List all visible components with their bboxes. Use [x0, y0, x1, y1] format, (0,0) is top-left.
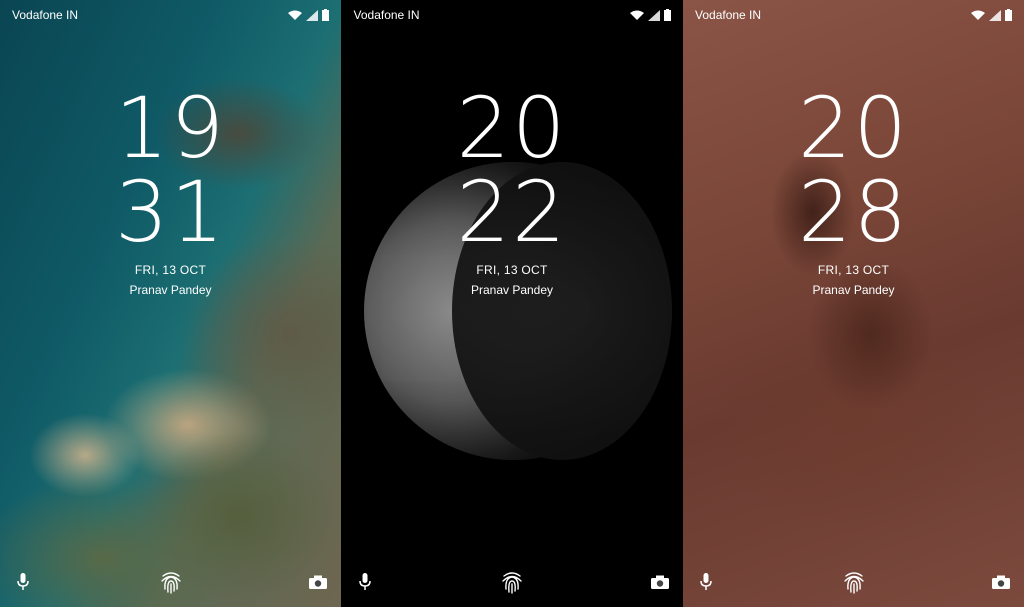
fingerprint-icon [160, 572, 181, 594]
camera-icon [992, 575, 1010, 589]
battery-icon [322, 9, 329, 21]
microphone-icon [700, 573, 712, 590]
status-bar: Vodafone IN [683, 0, 1024, 30]
lockscreen-desert: Vodafone IN 20 28 FRI, 13 OCT Pranav Pan… [683, 0, 1024, 607]
lockscreen-comparison: Vodafone IN 19 31 FRI, 13 OCT Pranav Pan… [0, 0, 1024, 607]
clock-hour: 20 [456, 79, 568, 177]
clock-hour: 19 [115, 79, 226, 177]
microphone-icon [17, 573, 29, 590]
fingerprint-unlock[interactable] [497, 567, 527, 597]
lockscreen-moon: Vodafone IN 20 22 FRI, 13 OCT Pranav Pan… [341, 0, 683, 607]
battery-icon [663, 9, 671, 21]
fingerprint-icon [843, 572, 864, 594]
date-label: FRI, 13 OCT [134, 263, 207, 277]
wifi-icon [971, 10, 985, 20]
camera-shortcut-button[interactable] [986, 567, 1016, 597]
signal-icon [306, 9, 318, 21]
carrier-name: Vodafone IN [353, 8, 420, 22]
wifi-icon [629, 10, 644, 20]
camera-icon [309, 575, 327, 589]
camera-shortcut-button[interactable] [645, 567, 675, 597]
camera-icon [650, 575, 669, 589]
clock: 20 28 [683, 86, 1024, 254]
carrier-name: Vodafone IN [12, 8, 79, 22]
wifi-icon [288, 10, 302, 20]
owner-info: Pranav Pandey [470, 283, 554, 297]
signal-icon [647, 9, 660, 21]
clock-minute: 28 [798, 163, 909, 261]
battery-icon [1005, 9, 1012, 21]
owner-info: Pranav Pandey [812, 283, 895, 297]
clock-minute: 31 [115, 163, 226, 261]
signal-icon [989, 9, 1001, 21]
voice-assist-button[interactable] [691, 567, 721, 597]
voice-assist-button[interactable] [350, 567, 380, 597]
camera-shortcut-button[interactable] [303, 567, 333, 597]
date-label: FRI, 13 OCT [817, 263, 890, 277]
date-label: FRI, 13 OCT [476, 263, 548, 277]
carrier-name: Vodafone IN [695, 8, 762, 22]
status-bar: Vodafone IN [342, 0, 683, 30]
fingerprint-icon [502, 572, 522, 594]
lockscreen-coastline: Vodafone IN 19 31 FRI, 13 OCT Pranav Pan… [0, 0, 341, 607]
fingerprint-unlock[interactable] [839, 567, 869, 597]
clock: 20 22 [342, 86, 683, 254]
clock: 19 31 [0, 86, 341, 254]
voice-assist-button[interactable] [8, 567, 38, 597]
clock-hour: 20 [798, 79, 909, 177]
owner-info: Pranav Pandey [129, 283, 212, 297]
status-bar: Vodafone IN [0, 0, 341, 30]
fingerprint-unlock[interactable] [156, 567, 186, 597]
microphone-icon [358, 573, 371, 590]
clock-minute: 22 [456, 163, 568, 261]
